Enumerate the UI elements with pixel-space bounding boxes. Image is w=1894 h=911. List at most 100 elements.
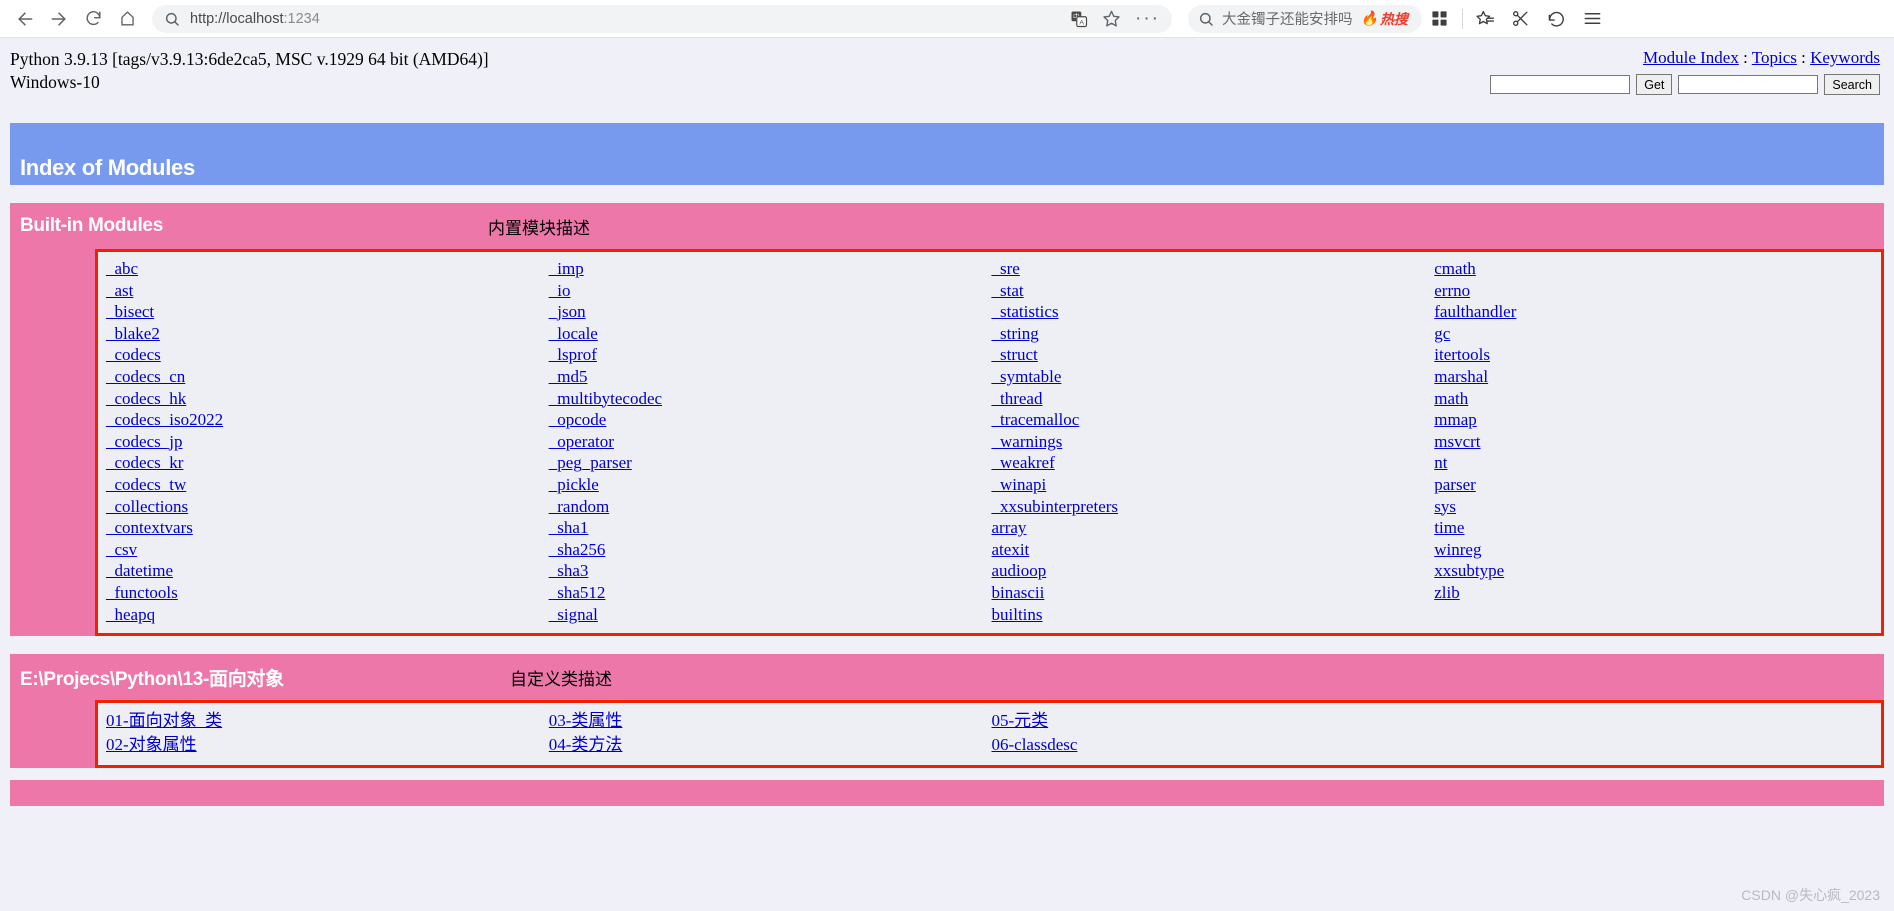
hot-search-badge[interactable]: 🔥 热搜 [1361,9,1408,29]
module-link[interactable]: _datetime [106,560,549,582]
module-link[interactable]: time [1434,517,1877,539]
module-link[interactable]: _tracemalloc [992,409,1435,431]
module-link[interactable]: mmap [1434,409,1877,431]
module-link[interactable]: cmath [1434,258,1877,280]
history-undo-icon[interactable] [1539,4,1575,34]
web-clip-scissors-icon[interactable] [1503,4,1539,34]
class-link[interactable]: 01-面向对象_类 [106,709,549,733]
module-link[interactable]: _xxsubinterpreters [992,496,1435,518]
module-link[interactable]: _collections [106,496,549,518]
module-link[interactable]: _codecs_kr [106,452,549,474]
module-link[interactable]: _codecs_tw [106,474,549,496]
search-input[interactable] [1678,75,1819,94]
module-link[interactable]: _codecs_hk [106,388,549,410]
address-bar[interactable]: http://localhost:1234 中A ··· [152,4,1172,33]
module-link[interactable]: _warnings [992,431,1435,453]
get-button[interactable]: Get [1636,74,1673,95]
module-link[interactable]: math [1434,388,1877,410]
module-link[interactable]: _thread [992,388,1435,410]
menu-hamburger-icon[interactable] [1575,4,1611,34]
module-link[interactable]: nt [1434,452,1877,474]
module-link[interactable]: sys [1434,496,1877,518]
builtin-modules-section: Built-in Modules 内置模块描述 _abc _ast _bisect _… [10,203,1884,637]
module-link[interactable]: _contextvars [106,517,549,539]
class-link[interactable]: 05-元类 [992,709,1435,733]
module-link[interactable]: faulthandler [1434,301,1877,323]
module-link[interactable]: _functools [106,582,549,604]
module-link[interactable]: _opcode [549,409,992,431]
module-link[interactable]: audioop [992,560,1435,582]
module-link[interactable]: _operator [549,431,992,453]
module-link[interactable]: _statistics [992,301,1435,323]
back-icon[interactable] [8,4,42,34]
module-link[interactable]: _lsprof [549,344,992,366]
class-link[interactable]: 02-对象属性 [106,733,549,757]
module-link[interactable]: _sha3 [549,560,992,582]
search-button[interactable]: Search [1824,74,1880,95]
module-link[interactable]: parser [1434,474,1877,496]
module-link[interactable]: winreg [1434,539,1877,561]
module-link[interactable]: _random [549,496,992,518]
module-link[interactable]: gc [1434,323,1877,345]
module-link[interactable]: _imp [549,258,992,280]
module-link[interactable]: _blake2 [106,323,549,345]
module-link[interactable]: _stat [992,280,1435,302]
translate-icon[interactable]: 中A [1070,10,1088,28]
module-link[interactable]: xxsubtype [1434,560,1877,582]
module-link[interactable]: _ast [106,280,549,302]
builtin-column-3: _sre _stat _statistics _string _struct _symta… [992,258,1435,625]
module-link[interactable]: _pickle [549,474,992,496]
module-link[interactable]: _symtable [992,366,1435,388]
collections-icon[interactable] [1422,4,1458,34]
module-link[interactable]: _bisect [106,301,549,323]
url-scheme-host: http://localhost [190,10,284,27]
module-link[interactable]: _codecs [106,344,549,366]
link-module-index[interactable]: Module Index [1643,48,1739,67]
module-link[interactable]: _weakref [992,452,1435,474]
module-link[interactable]: atexit [992,539,1435,561]
module-link[interactable]: binascii [992,582,1435,604]
module-link[interactable]: _csv [106,539,549,561]
class-link[interactable]: 06-classdesc [992,733,1435,757]
home-icon[interactable] [110,4,144,34]
table-row: _abc _ast _bisect _blake2 _codecs _codecs_cn _… [106,258,1877,625]
module-link[interactable]: _codecs_iso2022 [106,409,549,431]
module-link[interactable]: zlib [1434,582,1877,604]
module-link[interactable]: _sha1 [549,517,992,539]
forward-icon[interactable] [42,4,76,34]
module-link[interactable]: itertools [1434,344,1877,366]
module-link[interactable]: errno [1434,280,1877,302]
class-link[interactable]: 03-类属性 [549,709,992,733]
link-keywords[interactable]: Keywords [1810,48,1880,67]
module-link[interactable]: _codecs_jp [106,431,549,453]
module-link[interactable]: _json [549,301,992,323]
module-link[interactable]: _peg_parser [549,452,992,474]
module-link[interactable]: _io [549,280,992,302]
favorites-star-icon[interactable] [1467,4,1503,34]
class-link[interactable]: 04-类方法 [549,733,992,757]
link-topics[interactable]: Topics [1752,48,1797,67]
get-input[interactable] [1490,75,1631,94]
module-link[interactable]: _md5 [549,366,992,388]
module-link[interactable]: _signal [549,604,992,626]
module-link[interactable]: _string [992,323,1435,345]
module-link[interactable]: _abc [106,258,549,280]
module-link[interactable]: _sha512 [549,582,992,604]
custom-classes-box: 01-面向对象_类 02-对象属性 03-类属性 04-类方法 05-元类 06-cl… [95,700,1884,769]
module-link[interactable]: _locale [549,323,992,345]
module-link[interactable]: _sre [992,258,1435,280]
module-link[interactable]: array [992,517,1435,539]
more-options-icon[interactable]: ··· [1135,9,1160,28]
module-link[interactable]: _multibytecodec [549,388,992,410]
omnibox-search[interactable]: 大金镯子还能安排吗 🔥 热搜 [1188,4,1422,33]
module-link[interactable]: _struct [992,344,1435,366]
reload-icon[interactable] [76,4,110,34]
module-link[interactable]: _sha256 [549,539,992,561]
module-link[interactable]: builtins [992,604,1435,626]
module-link[interactable]: _codecs_cn [106,366,549,388]
module-link[interactable]: msvcrt [1434,431,1877,453]
module-link[interactable]: marshal [1434,366,1877,388]
module-link[interactable]: _winapi [992,474,1435,496]
module-link[interactable]: _heapq [106,604,549,626]
bookmark-star-icon[interactable] [1102,9,1121,28]
